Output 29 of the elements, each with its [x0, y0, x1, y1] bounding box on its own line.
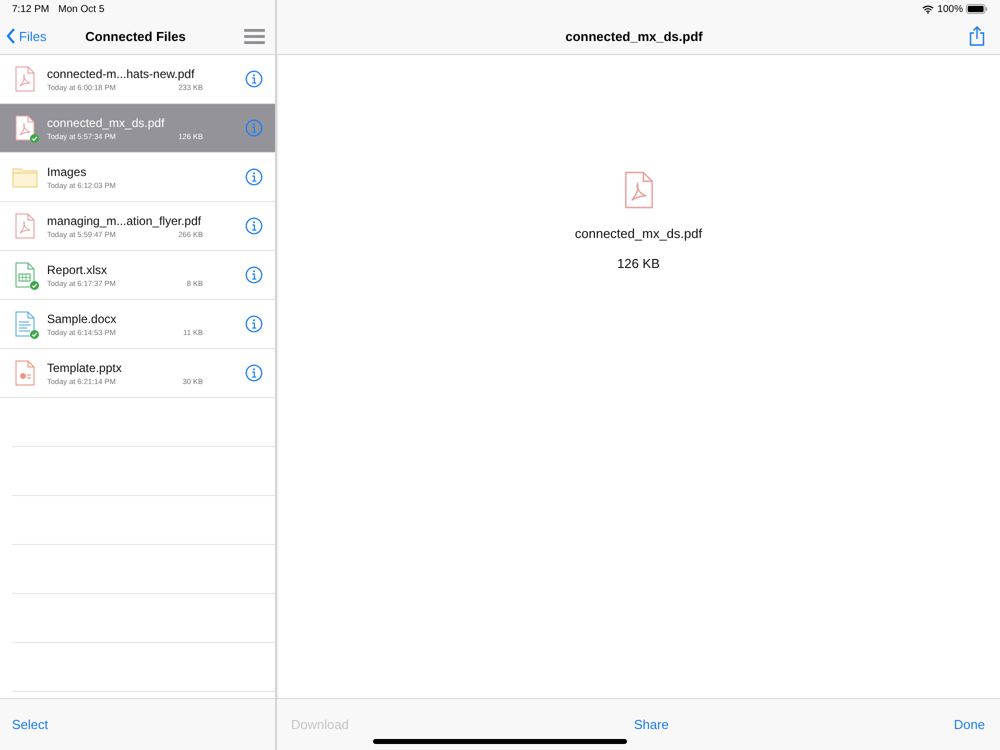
toolbar-button[interactable]: Share: [634, 717, 669, 732]
info-icon[interactable]: [245, 168, 263, 186]
file-name: connected_mx_ds.pdf: [47, 116, 166, 130]
info-icon[interactable]: [245, 266, 263, 284]
file-name: Images: [47, 164, 88, 178]
menu-icon[interactable]: [244, 28, 265, 44]
battery-icon: [966, 4, 988, 14]
back-button[interactable]: Files: [6, 28, 46, 44]
battery-percent: 100%: [937, 4, 963, 14]
chevron-icon: [6, 28, 16, 44]
info-icon[interactable]: [245, 217, 263, 235]
file-name: managing_m...ation_flyer.pdf: [47, 214, 202, 228]
wifi-icon: [922, 4, 934, 14]
status-date: Mon Oct 5: [58, 4, 104, 14]
info-icon[interactable]: [245, 364, 263, 382]
info-icon[interactable]: [245, 70, 263, 88]
file-name: Sample.docx: [47, 312, 118, 326]
info-icon[interactable]: [245, 315, 263, 333]
preview-file-size: 126 KB: [617, 256, 660, 271]
file-name: Report.xlsx: [47, 262, 108, 276]
preview-title: connected_mx_ds.pdf: [565, 28, 703, 44]
select-button[interactable]: Select: [12, 717, 48, 732]
file-name: Template.pptx: [47, 360, 123, 374]
preview-file-name: connected_mx_ds.pdf: [574, 226, 702, 241]
status-time: 7:12 PM: [12, 4, 50, 14]
sidebar-title: Connected Files: [85, 28, 186, 44]
file-name: connected-m...hats-new.pdf: [47, 66, 196, 80]
toolbar-button[interactable]: Done: [954, 717, 985, 732]
share-icon[interactable]: [969, 26, 985, 46]
